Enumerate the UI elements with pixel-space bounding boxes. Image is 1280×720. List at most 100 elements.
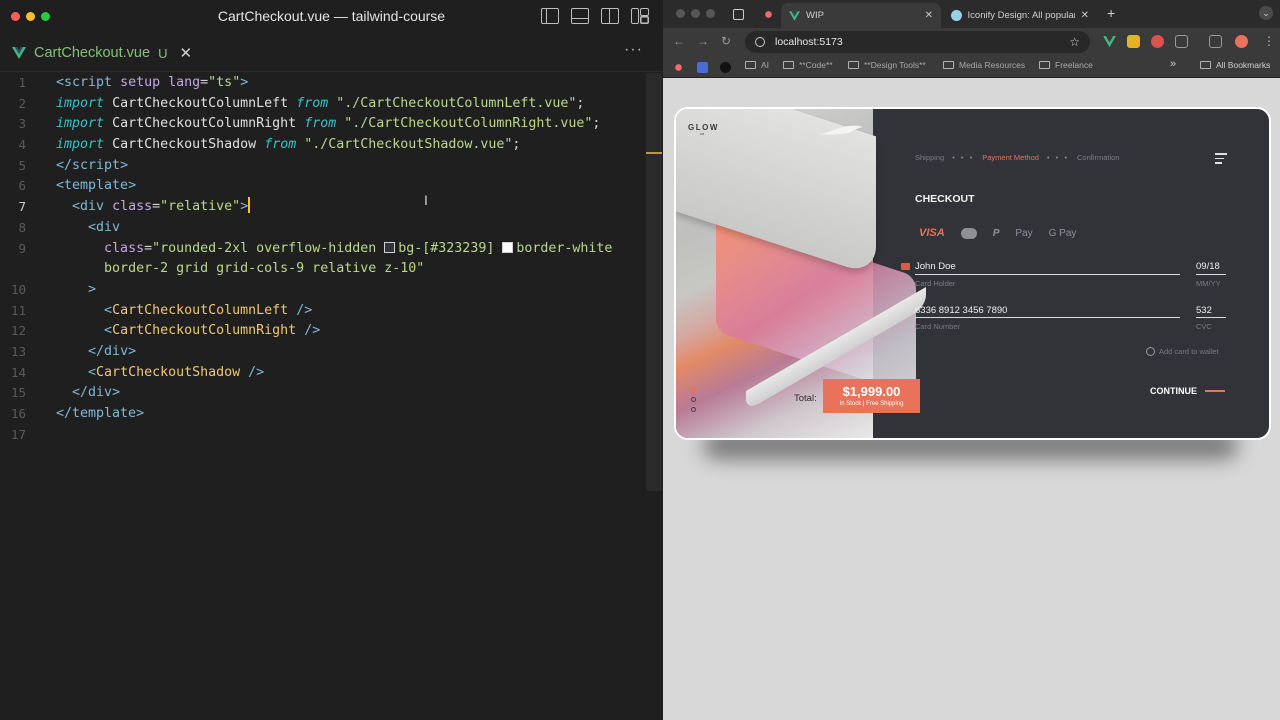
vue-devtools-extension-icon[interactable] [1103,35,1116,48]
wing-logo-icon [819,125,863,135]
toggle-primary-sidebar-icon[interactable] [541,8,559,24]
payment-methods: VISA P Pay G Pay [919,227,1076,239]
site-info-icon[interactable] [755,37,765,47]
extensions-puzzle-icon[interactable] [1175,35,1188,48]
tab-search-icon[interactable]: ⌄ [1259,6,1273,20]
folder-icon [848,61,859,69]
close-tab-icon[interactable]: ✕ [1081,10,1089,21]
bookmark-label: AI [761,60,770,70]
bookmark-blue-icon[interactable] [697,62,708,73]
customize-layout-icon[interactable] [631,8,649,24]
card-number-input[interactable]: 6336 8912 3456 7890 [915,305,1007,316]
mastercard-icon[interactable] [960,227,977,239]
tab-iconify[interactable]: Iconify Design: All popular ico ✕ [943,3,1097,28]
browser-tabstrip: WIP ✕ Iconify Design: All popular ico ✕ … [663,0,1280,28]
forward-icon[interactable]: → [697,34,709,48]
close-tab-icon[interactable]: ✕ [179,44,192,62]
code-area[interactable]: 1 <script setup lang="ts"> 2 import CartCh… [0,73,645,445]
arrow-line-icon [1205,390,1225,392]
code-line: 13 </div> [0,342,645,363]
close-tab-icon[interactable]: ✕ [925,10,933,21]
apple-pay-option[interactable]: Pay [1015,228,1032,239]
payment-form-column: Shipping • • • Payment Method • • • Conf… [873,109,1269,438]
card-number-label: Card Number [915,322,961,331]
google-pay-option[interactable]: G Pay [1049,228,1077,239]
product-image-column: GLOW co Total: $1,999.00 In Stock | Free… [676,109,926,438]
bookmark-asana-icon[interactable] [673,62,684,73]
tab-title: Iconify Design: All popular ico [967,10,1075,21]
step-confirmation[interactable]: Confirmation [1077,153,1120,162]
new-tab-button[interactable]: + [1107,5,1115,21]
checkout-title: CHECKOUT [915,193,975,205]
card-holder-underline [915,274,1180,275]
line-number: 10 [10,281,26,297]
code-line: 5 </script> [0,156,645,177]
asana-pinned-tab-icon[interactable] [763,9,774,20]
carousel-dots [691,387,696,412]
cvc-underline [1196,317,1226,318]
bookmark-folder-media-resources[interactable]: Media Resources [943,60,1025,70]
card-type-icon [901,263,910,270]
code-line: 10 > [0,280,645,301]
toggle-panel-icon[interactable] [571,8,589,24]
code-line: 12 <CartCheckoutColumnRight /> [0,321,645,342]
radio-circle-icon [1146,347,1155,356]
all-bookmarks-folder[interactable]: All Bookmarks [1200,60,1270,70]
carousel-dot[interactable] [691,397,696,402]
toggle-secondary-sidebar-icon[interactable] [601,8,619,24]
line-number: 17 [10,426,26,442]
bookmark-folder-design-tools[interactable]: **Design Tools** [848,60,926,70]
brand-logo-sub: co [700,131,705,136]
line-number: 11 [10,302,26,318]
step-shipping[interactable]: Shipping [915,153,944,162]
carousel-dot[interactable] [691,407,696,412]
card-holder-label: Card Holder [915,279,956,288]
tab-cartcheckout-vue[interactable]: CartCheckout.vue U ✕ [0,32,204,72]
back-icon[interactable]: ← [673,34,685,48]
side-panel-icon[interactable] [1209,35,1222,48]
card-number-underline [915,317,1180,318]
browser-maximize-button[interactable] [706,9,715,18]
bookmark-folder-freelance[interactable]: Freelance [1039,60,1093,70]
reload-icon[interactable]: ↻ [721,34,731,48]
bookmark-label: Freelance [1055,60,1093,70]
checkout-steps: Shipping • • • Payment Method • • • Conf… [915,153,1120,162]
wallet-label: Add card to wallet [1159,347,1219,356]
expiry-input[interactable]: 09/18 [1196,261,1220,272]
bookmarks-overflow-icon[interactable]: » [1170,58,1176,70]
cvc-input[interactable]: 532 [1196,305,1212,316]
text-cursor [248,197,251,214]
bookmark-folder-ai[interactable]: AI [745,60,769,70]
extension-red-icon[interactable] [1151,35,1164,48]
visa-option[interactable]: VISA [919,227,945,239]
tab-wip[interactable]: WIP ✕ [781,3,941,28]
color-swatch-dark[interactable] [384,241,396,253]
extension-yellow-icon[interactable] [1127,35,1140,48]
carousel-dot-active[interactable] [691,387,696,392]
more-actions-icon[interactable]: ··· [624,41,643,59]
browser-minimize-button[interactable] [691,9,700,18]
continue-button[interactable]: CONTINUE [1150,386,1225,396]
profile-avatar[interactable] [1235,35,1248,48]
card-holder-input[interactable]: John Doe [915,261,956,272]
bookmark-folder-code[interactable]: **Code** [783,60,833,70]
bookmark-star-icon[interactable]: ☆ [1069,35,1080,49]
line-number: 16 [10,406,26,421]
notion-pinned-tab-icon[interactable] [733,9,744,20]
step-payment-method[interactable]: Payment Method [982,153,1039,162]
browser-menu-icon[interactable]: ⋮ [1263,34,1275,48]
iconify-favicon-icon [951,10,962,21]
editor-scrollbar[interactable] [646,73,662,491]
step-separator: • • • [952,153,975,162]
code-line: 14 <CartCheckoutShadow /> [0,363,645,384]
add-to-wallet-checkbox[interactable]: Add card to wallet [1146,347,1219,356]
folder-icon [783,61,794,69]
apple-pay-label: Pay [1015,227,1033,239]
bookmark-dark-icon[interactable] [720,62,731,73]
code-line: 2 import CartCheckoutColumnLeft from "./C… [0,94,645,115]
color-swatch-white[interactable] [502,241,514,253]
browser-close-button[interactable] [676,9,685,18]
menu-icon[interactable] [1215,153,1227,167]
address-bar[interactable]: localhost:5173 ☆ [745,31,1090,53]
paypal-icon[interactable]: P [993,228,1000,239]
